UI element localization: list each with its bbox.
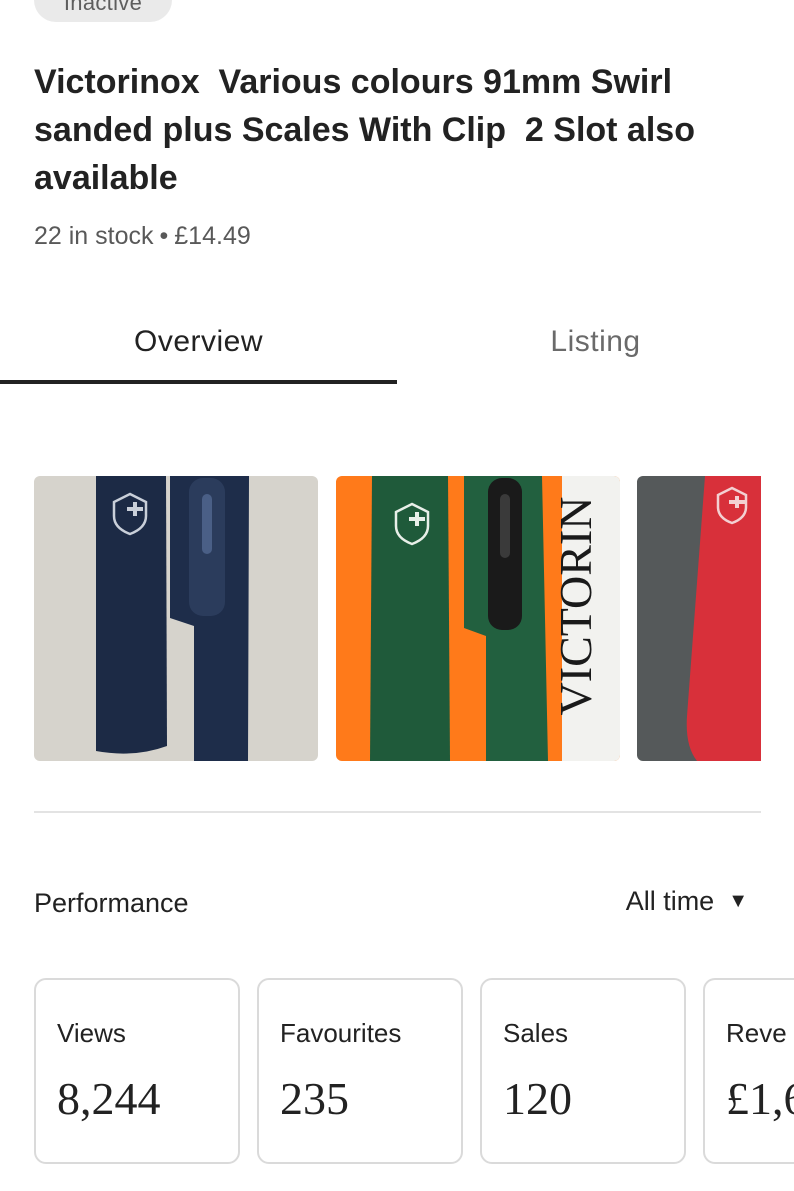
- stat-label: Favourites: [280, 1018, 402, 1048]
- stat-card-revenue[interactable]: Reve £1,6: [703, 978, 794, 1164]
- victorinox-wordmark: VICTORIN: [550, 497, 601, 716]
- active-tab-indicator: [0, 380, 397, 384]
- caret-down-icon: ▼: [728, 890, 748, 912]
- tab-bar: Overview Listing: [0, 300, 794, 386]
- time-range-dropdown[interactable]: All time ▼: [626, 886, 748, 917]
- stat-card-favourites[interactable]: Favourites 235: [257, 978, 463, 1164]
- stat-card-views[interactable]: Views 8,244: [34, 978, 240, 1164]
- green-scales-photo[interactable]: VICTORIN: [336, 476, 620, 761]
- time-range-label: All time: [625, 886, 715, 916]
- listing-price: £14.49: [174, 222, 251, 250]
- section-divider: [34, 811, 761, 813]
- tab-overview[interactable]: Overview: [0, 300, 397, 384]
- red-scales-photo[interactable]: [637, 476, 761, 761]
- tab-listing[interactable]: Listing: [397, 300, 794, 384]
- stat-label: Sales: [503, 1018, 569, 1048]
- stat-label: Views: [57, 1018, 126, 1048]
- listing-meta: 22 in stock • £14.49: [34, 222, 251, 251]
- stat-value: 8,244: [57, 1073, 161, 1124]
- meta-separator: •: [159, 222, 169, 250]
- performance-title: Performance: [34, 888, 189, 918]
- status-badge: Inactive: [34, 0, 172, 22]
- stat-label: Reve: [726, 1018, 787, 1048]
- navy-scales-photo[interactable]: [34, 476, 318, 761]
- stock-count: 22 in stock: [34, 222, 154, 250]
- listing-title: Victorinox Various colours 91mm Swirl sa…: [34, 63, 705, 197]
- stat-value: 120: [503, 1073, 572, 1124]
- stat-card-sales[interactable]: Sales 120: [480, 978, 686, 1164]
- stat-value: 235: [280, 1073, 349, 1124]
- stat-value: £1,6: [726, 1073, 794, 1124]
